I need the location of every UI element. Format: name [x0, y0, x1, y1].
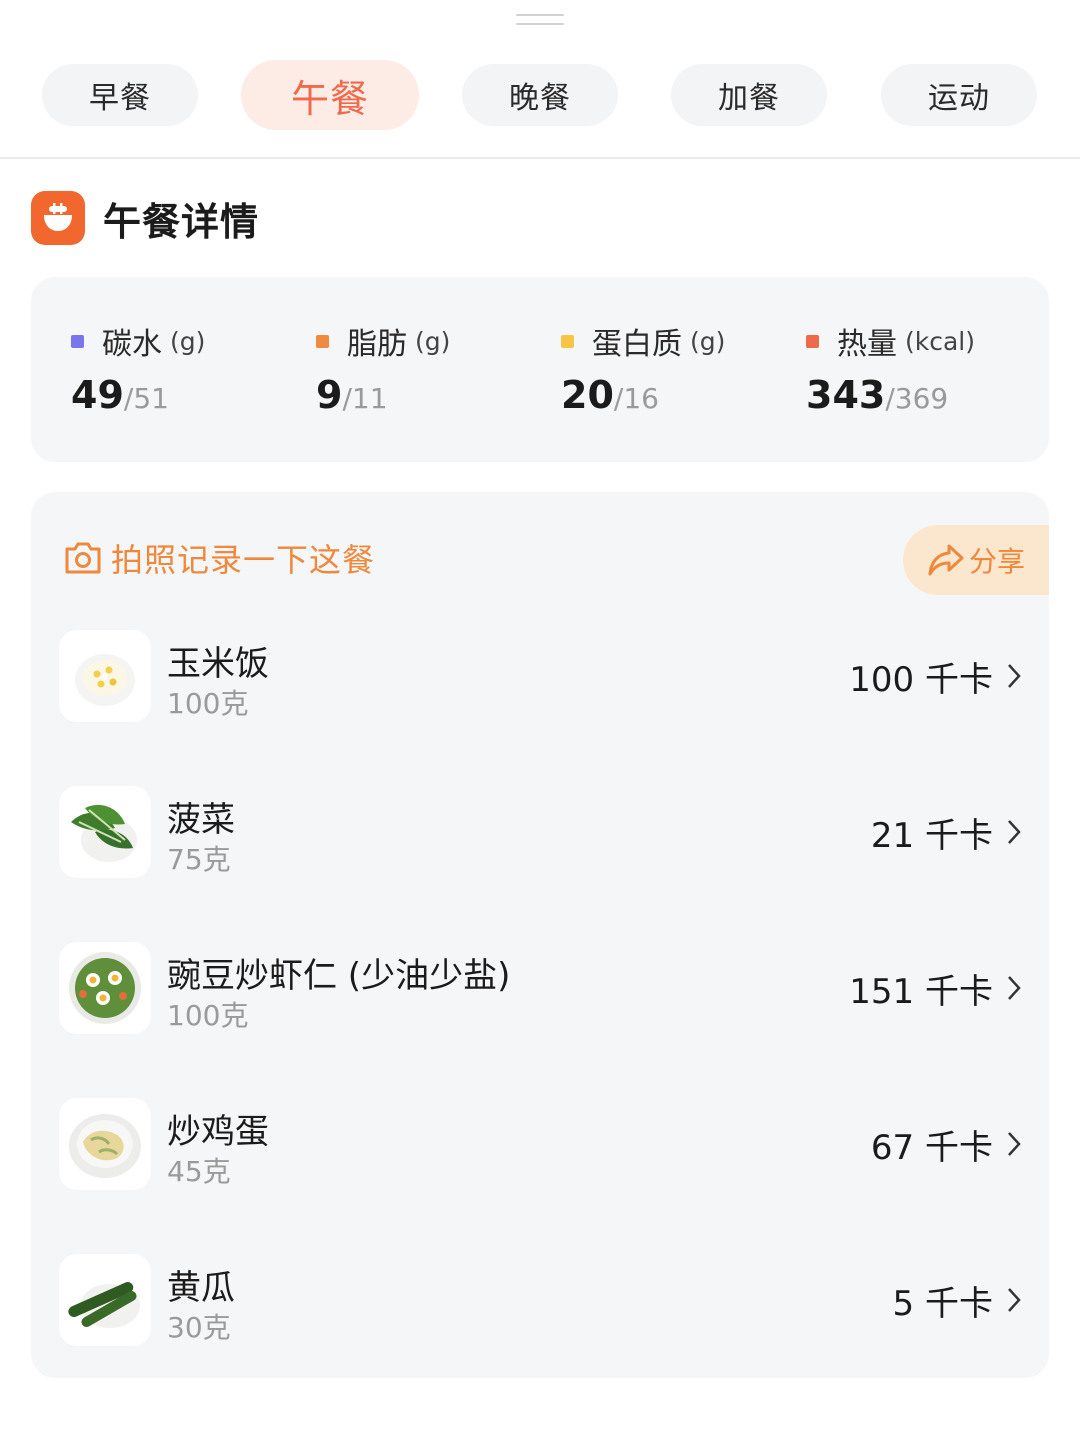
nutrient-fat: 脂肪 (g) 9 /11	[316, 317, 556, 423]
tabs-divider	[0, 157, 1080, 159]
food-item[interactable]: 菠菜 75克 21 千卡	[31, 786, 1049, 878]
cucumber-icon	[59, 1254, 151, 1346]
section-title: 午餐详情	[103, 199, 260, 244]
section-heading: 午餐详情	[31, 190, 259, 246]
nutrient-protein: 蛋白质 (g) 20 /16	[561, 317, 801, 423]
nutrient-goal: /11	[342, 382, 388, 415]
food-name: 炒鸡蛋	[167, 1112, 269, 1152]
nutrient-current: 20	[561, 373, 614, 417]
share-button[interactable]: 分享	[903, 525, 1049, 595]
photo-record-label: 拍照记录一下这餐	[111, 541, 376, 579]
peas-shrimp-icon	[59, 942, 151, 1034]
protein-color-dot	[561, 334, 574, 348]
corn-rice-icon	[59, 630, 151, 722]
chevron-right-icon	[1008, 1288, 1021, 1312]
food-item[interactable]: 玉米饭 100克 100 千卡	[31, 630, 1049, 722]
nutrient-summary-card: 碳水 (g) 49 /51 脂肪 (g) 9 /11 蛋白质 (g) 20 /1…	[31, 277, 1049, 462]
nutrient-unit: (g)	[415, 326, 451, 356]
nutrient-current: 9	[316, 373, 343, 417]
carbs-color-dot	[71, 334, 84, 348]
tab-exercise[interactable]: 运动	[881, 64, 1037, 126]
drag-handle[interactable]	[516, 14, 564, 28]
chevron-right-icon	[1008, 976, 1021, 1000]
food-item[interactable]: 黄瓜 30克 5 千卡	[31, 1254, 1049, 1346]
camera-icon	[65, 542, 101, 574]
food-calories: 21 千卡	[870, 815, 993, 856]
nutrient-goal: /369	[885, 382, 949, 415]
food-name: 豌豆炒虾仁 (少油少盐)	[167, 956, 511, 996]
chevron-right-icon	[1008, 664, 1021, 688]
nutrient-calories: 热量 (kcal) 343 /369	[806, 317, 1046, 423]
food-amount: 100克	[167, 999, 249, 1032]
food-name: 玉米饭	[167, 644, 269, 684]
tab-snack[interactable]: 加餐	[671, 64, 827, 126]
food-item[interactable]: 炒鸡蛋 45克 67 千卡	[31, 1098, 1049, 1190]
nutrient-current: 49	[71, 373, 124, 417]
nutrient-name: 热量	[837, 327, 897, 362]
nutrient-unit: (g)	[170, 326, 206, 356]
tab-dinner[interactable]: 晚餐	[462, 64, 618, 126]
meal-tabs: 早餐 午餐 晚餐 加餐 运动	[0, 60, 1080, 132]
share-label: 分享	[968, 545, 1025, 578]
food-amount: 75克	[167, 843, 231, 876]
scrambled-egg-icon	[59, 1098, 151, 1190]
food-name: 黄瓜	[167, 1268, 235, 1308]
food-name: 菠菜	[167, 800, 235, 840]
food-amount: 30克	[167, 1311, 231, 1344]
nutrient-unit: (kcal)	[905, 326, 975, 356]
food-calories: 5 千卡	[892, 1283, 993, 1324]
spinach-icon	[59, 786, 151, 878]
food-amount: 100克	[167, 687, 249, 720]
food-list-card: 拍照记录一下这餐 分享 玉米饭 100克 100 千卡 菠菜 75克 21 千卡…	[31, 492, 1049, 1378]
tab-lunch[interactable]: 午餐	[241, 60, 419, 130]
meal-bowl-icon	[31, 191, 85, 245]
chevron-right-icon	[1008, 820, 1021, 844]
food-item[interactable]: 豌豆炒虾仁 (少油少盐) 100克 151 千卡	[31, 942, 1049, 1034]
food-calories: 67 千卡	[870, 1127, 993, 1168]
nutrient-name: 蛋白质	[592, 327, 682, 362]
nutrient-carbs: 碳水 (g) 49 /51	[71, 317, 311, 423]
food-calories: 151 千卡	[849, 971, 993, 1012]
fat-color-dot	[316, 334, 329, 348]
food-amount: 45克	[167, 1155, 231, 1188]
photo-record-button[interactable]: 拍照记录一下这餐	[63, 536, 375, 580]
nutrient-current: 343	[806, 373, 886, 417]
nutrient-goal: /16	[613, 382, 659, 415]
chevron-right-icon	[1008, 1132, 1021, 1156]
nutrient-goal: /51	[123, 382, 169, 415]
nutrient-name: 脂肪	[347, 327, 407, 362]
tab-breakfast[interactable]: 早餐	[42, 64, 198, 126]
calories-color-dot	[806, 334, 819, 348]
share-icon	[928, 544, 964, 576]
nutrient-unit: (g)	[690, 326, 726, 356]
meal-detail-page: 早餐 午餐 晚餐 加餐 运动 午餐详情 碳水 (g) 49 /51 脂肪 (g)…	[0, 0, 1080, 1440]
food-calories: 100 千卡	[849, 659, 993, 700]
nutrient-name: 碳水	[102, 327, 162, 362]
